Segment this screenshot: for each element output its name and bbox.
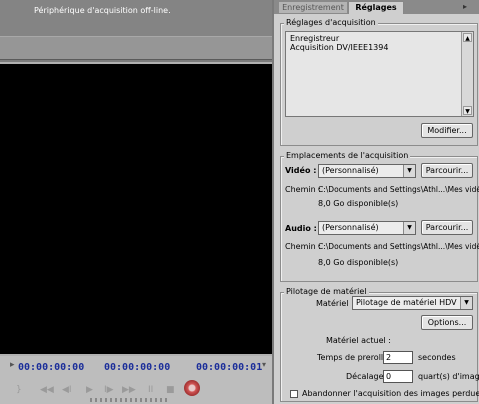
monitor-header-strip	[0, 36, 272, 60]
tab-settings[interactable]: Réglages	[348, 1, 404, 14]
capture-locations-title: Emplacements de l'acquisition	[284, 151, 411, 160]
video-preview	[0, 62, 272, 356]
device-control-title: Pilotage de matériel	[284, 287, 369, 296]
current-device-label: Matériel actuel :	[326, 336, 391, 345]
modify-button[interactable]: Modifier...	[421, 123, 473, 138]
preroll-unit: secondes	[418, 353, 456, 362]
audio-path: C:\Documents and Settings\Athl...\Mes vi…	[318, 242, 479, 251]
summary-scrollbar[interactable]: ▲ ▼	[461, 32, 473, 116]
video-location-value: (Personnalisé)	[322, 166, 379, 175]
scroll-up-icon[interactable]: ▲	[463, 33, 472, 42]
recorder-line: Enregistreur	[290, 34, 340, 43]
duration-timecode[interactable]: 00:00:00:01	[196, 362, 262, 373]
chevron-down-icon: ▼	[403, 222, 415, 234]
set-in-icon[interactable]: }	[16, 385, 22, 395]
audio-browse-button[interactable]: Parcourir...	[421, 220, 473, 235]
stop-button[interactable]: ■	[166, 385, 175, 395]
device-select-value: Pilotage de matériel HDV	[356, 298, 457, 307]
abort-dropped-frames-checkbox[interactable]	[290, 390, 298, 398]
tab-record[interactable]: Enregistrement	[278, 1, 348, 14]
device-status-text: Périphérique d'acquisition off-line.	[34, 6, 171, 15]
offset-unit: quart(s) d'image	[418, 372, 479, 381]
video-location-select[interactable]: (Personnalisé) ▼	[318, 164, 416, 178]
capture-format-line: Acquisition DV/IEEE1394	[290, 43, 389, 52]
step-back-button[interactable]: ◀I	[62, 385, 72, 395]
abort-dropped-frames-label: Abandonner l'acquisition des images perd…	[302, 389, 479, 398]
jog-shuttle[interactable]	[90, 398, 170, 402]
offset-input[interactable]: 0	[383, 370, 413, 383]
audio-path-label: Chemin :	[285, 242, 321, 251]
audio-location-select[interactable]: (Personnalisé) ▼	[318, 221, 416, 235]
video-label: Vidéo :	[285, 166, 317, 175]
step-forward-button[interactable]: I▶	[104, 385, 114, 395]
fast-forward-button[interactable]: ▶▶	[122, 385, 136, 395]
rewind-button[interactable]: ◀◀	[40, 385, 54, 395]
out-point-timecode[interactable]: 00:00:00:00	[104, 362, 170, 373]
panel-menu-icon[interactable]: ▸	[463, 2, 475, 12]
record-button[interactable]	[184, 380, 200, 396]
video-free-space: 8,0 Go disponible(s)	[318, 199, 399, 208]
capture-settings-title: Réglages d'acquisition	[284, 18, 378, 27]
play-button[interactable]: ▶	[86, 385, 93, 395]
device-select[interactable]: Pilotage de matériel HDV ▼	[352, 296, 473, 310]
chevron-down-icon: ▼	[403, 165, 415, 177]
video-path: C:\Documents and Settings\Athl...\Mes vi…	[318, 185, 479, 194]
capture-settings-summary: Enregistreur Acquisition DV/IEEE1394 ▲ ▼	[285, 31, 474, 117]
audio-label: Audio :	[285, 224, 317, 233]
pause-button[interactable]: II	[148, 385, 153, 395]
video-browse-button[interactable]: Parcourir...	[421, 163, 473, 178]
video-path-label: Chemin :	[285, 185, 321, 194]
device-label: Matériel :	[316, 299, 354, 308]
chevron-down-icon: ▼	[460, 297, 472, 309]
scroll-down-icon[interactable]: ▼	[463, 106, 472, 115]
audio-location-value: (Personnalisé)	[322, 223, 379, 232]
preroll-input[interactable]: 2	[383, 351, 413, 364]
timecode-caret-icon: ▸	[10, 360, 15, 370]
in-point-timecode[interactable]: 00:00:00:00	[18, 362, 84, 373]
preroll-label: Temps de preroll :	[317, 353, 389, 362]
audio-free-space: 8,0 Go disponible(s)	[318, 258, 399, 267]
timecode-scroll-icon[interactable]: ▾	[262, 360, 270, 376]
options-button[interactable]: Options...	[421, 315, 473, 330]
